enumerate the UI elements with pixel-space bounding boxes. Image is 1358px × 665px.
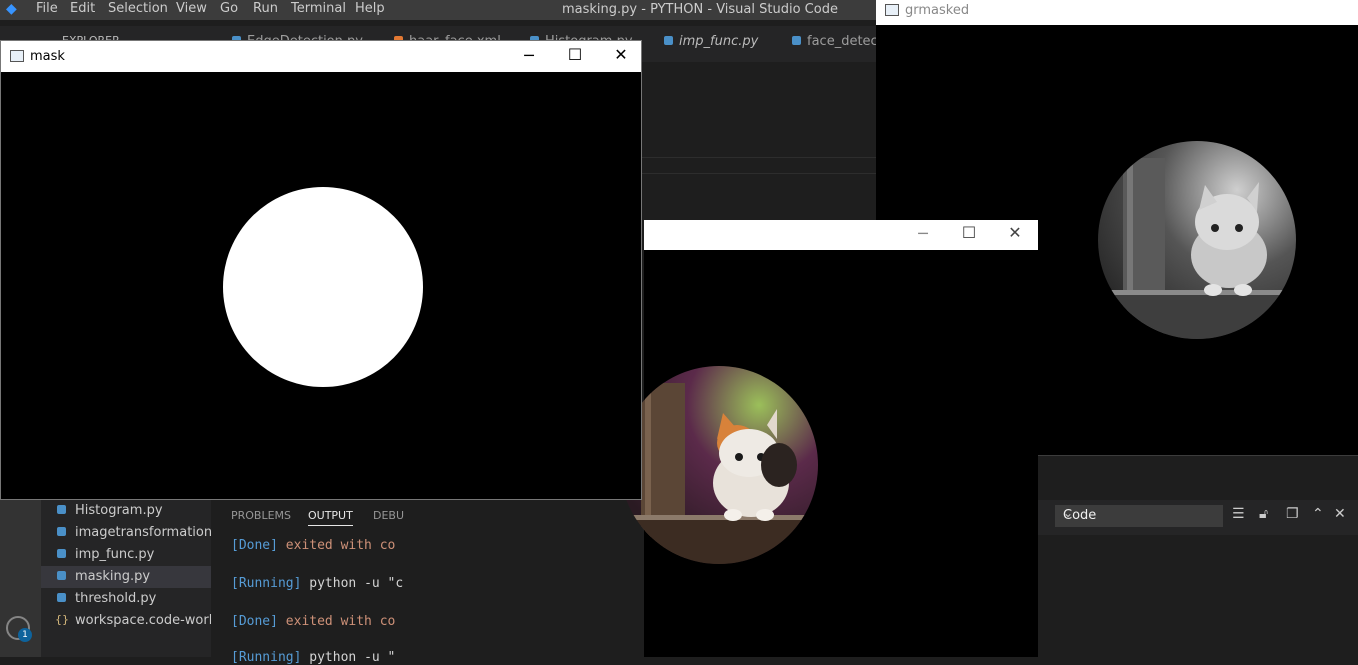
menu-run[interactable]: Run — [253, 1, 278, 16]
app-icon — [10, 50, 24, 62]
close-icon[interactable]: ✕ — [598, 45, 644, 64]
tab-problems[interactable]: PROBLEMS — [231, 509, 291, 522]
explorer-sidebar: Histogram.py imagetransformations... imp… — [41, 500, 211, 657]
maximize-icon[interactable]: ☐ — [946, 223, 992, 242]
json-file-icon: {} — [55, 613, 69, 626]
python-file-icon — [57, 549, 66, 558]
mask-title: mask — [30, 49, 65, 64]
output-line: [Running] python -u "c — [231, 576, 404, 591]
window-title: masking.py - PYTHON - Visual Studio Code — [562, 2, 838, 17]
masked-image — [620, 366, 818, 564]
menu-file[interactable]: File — [36, 1, 58, 16]
menu-terminal[interactable]: Terminal — [291, 1, 346, 16]
maximize-icon[interactable]: ☐ — [552, 45, 598, 64]
output-panel: PROBLEMS OUTPUT DEBU [Done] exited with … — [211, 500, 404, 665]
chevron-down-icon: ⌄ — [1063, 506, 1074, 520]
grmasked-image — [1098, 141, 1296, 339]
activity-bar: 1 — [0, 500, 41, 657]
menu-view[interactable]: View — [176, 1, 207, 16]
masked-titlebar[interactable]: ─ ☐ ✕ — [644, 220, 1038, 250]
editor-divider — [640, 173, 876, 174]
output-channel-select[interactable]: Code ⌄ — [1055, 505, 1223, 527]
python-file-icon — [57, 593, 66, 602]
close-panel-icon[interactable]: ✕ — [1334, 506, 1346, 522]
python-file-icon — [57, 527, 66, 536]
tab-face-detect[interactable]: face_detect. — [792, 34, 887, 49]
menu-selection[interactable]: Selection — [108, 1, 168, 16]
mask-window: mask ─ ☐ ✕ — [0, 40, 642, 500]
clear-output-icon[interactable]: ☰ — [1232, 506, 1245, 522]
tab-imp-func[interactable]: imp_func.py — [664, 34, 758, 49]
vscode-titlebar: ◆ File Edit Selection View Go Run Termin… — [0, 0, 876, 20]
grmasked-title: grmasked — [905, 3, 970, 18]
file-item[interactable]: {}workspace.code-work... — [41, 610, 211, 632]
grmasked-titlebar[interactable]: grmasked — [876, 0, 1358, 25]
tab-debug[interactable]: DEBU — [373, 509, 404, 522]
output-line: [Running] python -u " — [231, 650, 396, 665]
maximize-panel-icon[interactable]: ⌃ — [1312, 506, 1324, 522]
close-icon[interactable]: ✕ — [992, 223, 1038, 242]
mask-titlebar[interactable]: mask ─ ☐ ✕ — [1, 41, 641, 72]
open-log-icon[interactable]: ❐ — [1286, 506, 1299, 522]
minimize-icon[interactable]: ─ — [900, 224, 946, 243]
file-item[interactable]: Histogram.py — [41, 500, 211, 522]
editor-divider — [640, 157, 876, 158]
output-line: [Done] exited with co — [231, 614, 396, 629]
minimize-icon[interactable]: ─ — [506, 46, 552, 65]
file-item-active[interactable]: masking.py — [41, 566, 211, 588]
menu-help[interactable]: Help — [355, 1, 385, 16]
file-item[interactable]: threshold.py — [41, 588, 211, 610]
file-item[interactable]: imagetransformations... — [41, 522, 211, 544]
panel-area — [1038, 455, 1358, 658]
output-line: [Done] exited with co — [231, 538, 396, 553]
tab-output[interactable]: OUTPUT — [308, 509, 353, 526]
accounts-badge: 1 — [18, 628, 32, 642]
menu-go[interactable]: Go — [220, 1, 238, 16]
vscode-logo-icon: ◆ — [6, 1, 17, 17]
python-file-icon — [792, 36, 801, 45]
menu-edit[interactable]: Edit — [70, 1, 95, 16]
python-file-icon — [664, 36, 673, 45]
file-item[interactable]: imp_func.py — [41, 544, 211, 566]
lock-icon[interactable]: 🔓︎ — [1259, 506, 1268, 522]
python-file-icon — [57, 571, 66, 580]
mask-circle — [223, 187, 423, 387]
app-icon — [885, 4, 899, 16]
python-file-icon — [57, 505, 66, 514]
